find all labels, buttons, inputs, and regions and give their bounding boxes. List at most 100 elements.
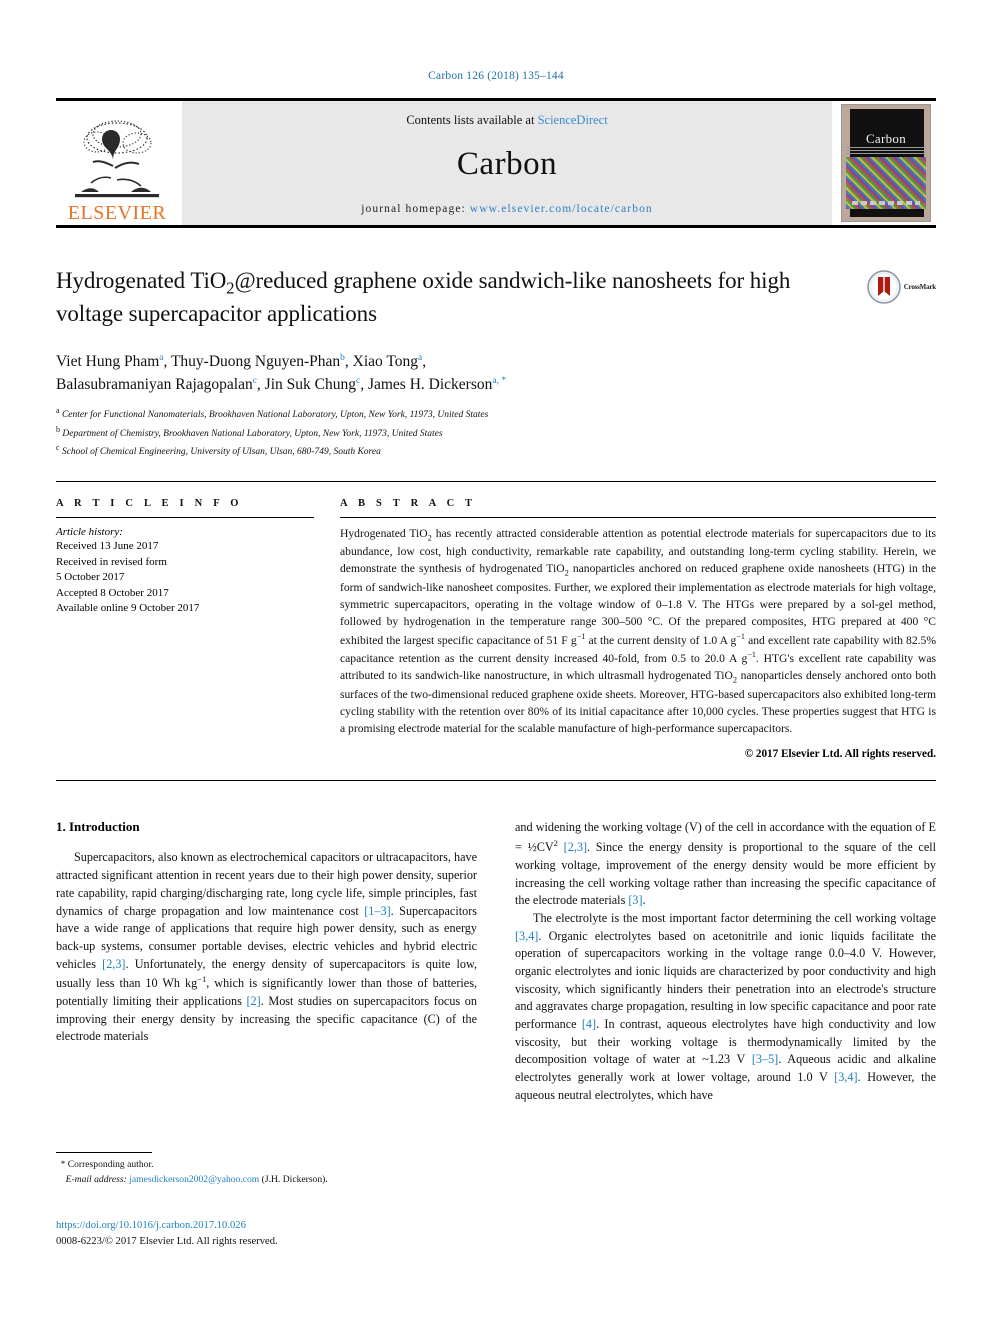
text-sup: −1: [197, 974, 207, 985]
author-line-1: Viet Hung Phama, Thuy-Duong Nguyen-Phanb…: [56, 350, 836, 373]
journal-homepage-line: journal homepage: www.elsevier.com/locat…: [361, 203, 653, 215]
elsevier-wordmark: ELSEVIER: [67, 202, 167, 224]
title-part-1: Hydrogenated TiO: [56, 268, 227, 293]
article-history-item: Accepted 8 October 2017: [56, 586, 169, 599]
page-title: Hydrogenated TiO2@reduced graphene oxide…: [56, 266, 836, 330]
affiliation-label: a: [56, 406, 60, 416]
affiliation-text: School of Chemical Engineering, Universi…: [61, 447, 381, 458]
affiliation-item: b Department of Chemistry, Brookhaven Na…: [56, 424, 836, 443]
footnote-corresponding-line: * Corresponding author.: [56, 1158, 466, 1173]
text-seg: The electrolyte is the most important fa…: [533, 910, 936, 925]
article-info-heading: A R T I C L E I N F O: [56, 497, 243, 509]
author-name: Balasubramaniyan Rajagopalan: [56, 376, 253, 394]
citation-ref[interactable]: [3,4]: [834, 1070, 857, 1084]
doi-link[interactable]: https://doi.org/10.1016/j.carbon.2017.10…: [56, 1218, 476, 1234]
article-info-column: A R T I C L E I N F O Article history: R…: [56, 498, 340, 761]
affiliation-list: a Center for Functional Nanomaterials, B…: [56, 405, 836, 461]
citation-ref[interactable]: [2]: [246, 994, 260, 1008]
body-columns: 1. Introduction Supercapacitors, also kn…: [56, 819, 936, 1104]
abstract-seg: Hydrogenated TiO: [340, 526, 428, 540]
homepage-prefix: journal homepage:: [361, 203, 470, 215]
title-column: Hydrogenated TiO2@reduced graphene oxide…: [56, 266, 836, 461]
abstract-copyright: © 2017 Elsevier Ltd. All rights reserved…: [744, 748, 936, 761]
crossmark-icon[interactable]: [866, 270, 901, 304]
body-column-left: 1. Introduction Supercapacitors, also kn…: [56, 819, 477, 1104]
article-history-item: Available online 9 October 2017: [56, 602, 200, 615]
abstract-sup: −1: [747, 650, 756, 660]
elsevier-logo: ELSEVIER: [56, 101, 178, 225]
email-address-label: E-mail address:: [65, 1173, 127, 1185]
author-line-2: Balasubramaniyan Rajagopalanc, Jin Suk C…: [56, 373, 836, 396]
cover-footer-lines: [852, 201, 920, 205]
journal-cover-thumbnail: Carbon: [841, 104, 931, 222]
section-heading-introduction: 1. Introduction: [56, 819, 140, 835]
journal-title: Carbon: [456, 146, 558, 182]
citation-ref[interactable]: [3–5]: [752, 1052, 778, 1066]
info-abstract-section: A R T I C L E I N F O Article history: R…: [56, 497, 936, 761]
citation-ref[interactable]: [4]: [582, 1017, 596, 1031]
text-seg: .: [642, 893, 646, 908]
citation-ref[interactable]: [3]: [628, 893, 642, 907]
citation-ref[interactable]: [2,3]: [564, 840, 587, 854]
abstract-column: A B S T R A C T Hydrogenated TiO2 has re…: [340, 497, 936, 761]
footnote-rule: [56, 1152, 152, 1153]
citation-ref[interactable]: [1–3]: [364, 904, 390, 918]
crossmark-label: CrossMark: [903, 283, 936, 291]
masthead-bottom-rule: [56, 225, 936, 228]
abstract-heading: A B S T R A C T: [340, 497, 477, 509]
abstract-text: Hydrogenated TiO2 has recently attracted…: [340, 526, 936, 738]
author-list: Viet Hung Phama, Thuy-Duong Nguyen-Phanb…: [56, 350, 836, 397]
article-history-item: 5 October 2017: [56, 571, 125, 584]
running-head: Carbon 126 (2018) 135–144: [428, 70, 564, 82]
citation-ref[interactable]: [3,4]: [515, 929, 538, 943]
author-separator: ,: [163, 352, 171, 370]
crossmark-badge[interactable]: CrossMark: [836, 270, 936, 304]
abstract-rule: [340, 516, 936, 518]
email-owner: (J.H. Dickerson).: [261, 1173, 328, 1185]
corresponding-author-footnote: * Corresponding author. E-mail address: …: [56, 1152, 466, 1188]
intro-paragraph-left: Supercapacitors, also known as electroch…: [56, 849, 477, 1046]
footer-doi-block: https://doi.org/10.1016/j.carbon.2017.10…: [56, 1218, 476, 1250]
cover-subtitle-lines: [846, 147, 926, 154]
author-name: James H. Dickerson: [367, 376, 493, 394]
affiliation-label: c: [56, 443, 60, 453]
issn-copyright-line: 0008-6223/© 2017 Elsevier Ltd. All right…: [56, 1235, 278, 1247]
intro-paragraph-right-1: and widening the working voltage (V) of …: [515, 819, 936, 910]
affiliation-label: b: [56, 424, 60, 434]
affiliation-item: a Center for Functional Nanomaterials, B…: [56, 405, 836, 424]
homepage-url-link[interactable]: www.elsevier.com/locate/carbon: [470, 203, 653, 215]
author-separator: ,: [256, 376, 265, 394]
intro-paragraph-right-2: The electrolyte is the most important fa…: [515, 910, 936, 1105]
footnote-corresponding-text: Corresponding author.: [67, 1159, 154, 1170]
abstract-seg: at the current density of 1.0 A g: [585, 633, 737, 647]
article-history-item: Received in revised form: [56, 555, 167, 568]
abstract-bottom-rule: [56, 780, 936, 782]
cover-journal-title: Carbon: [865, 131, 907, 146]
journal-cover: Carbon: [836, 101, 936, 225]
author-name: Thuy-Duong Nguyen-Phan: [170, 352, 341, 370]
author-separator: ,: [422, 352, 427, 370]
body-column-right: and widening the working voltage (V) of …: [515, 819, 936, 1104]
author-name: Jin Suk Chung: [264, 376, 356, 394]
text-seg: . Organic electrolytes based on acetonit…: [515, 928, 936, 1032]
affiliation-text: Center for Functional Nanomaterials, Bro…: [61, 410, 489, 421]
info-top-rule: [56, 480, 936, 482]
article-history-item: Received 13 June 2017: [56, 539, 159, 552]
author-separator: ,: [344, 352, 353, 370]
contents-available-line: Contents lists available at ScienceDirec…: [406, 113, 607, 128]
author-separator: ,: [360, 376, 368, 394]
masthead-center: Contents lists available at ScienceDirec…: [182, 101, 832, 225]
elsevier-tree-icon: [75, 120, 159, 198]
title-part-2: @reduced graphene oxide sandwich-like: [234, 268, 607, 293]
abstract-sup: −1: [736, 631, 745, 641]
article-info-rule: [56, 516, 314, 518]
affiliation-item: c School of Chemical Engineering, Univer…: [56, 442, 836, 461]
author-name: Viet Hung Pham: [56, 352, 160, 370]
journal-masthead: ELSEVIER Contents lists available at Sci…: [56, 98, 936, 225]
footnote-asterisk: *: [60, 1159, 66, 1169]
author-affiliation-mark: a, *: [492, 375, 507, 386]
paper-page: Carbon 126 (2018) 135–144 ELSEVIER Conte…: [0, 0, 992, 1323]
sciencedirect-link[interactable]: ScienceDirect: [538, 113, 608, 127]
citation-ref[interactable]: [2,3]: [102, 957, 125, 971]
email-address-link[interactable]: jamesdickerson2002@yahoo.com: [129, 1174, 259, 1185]
